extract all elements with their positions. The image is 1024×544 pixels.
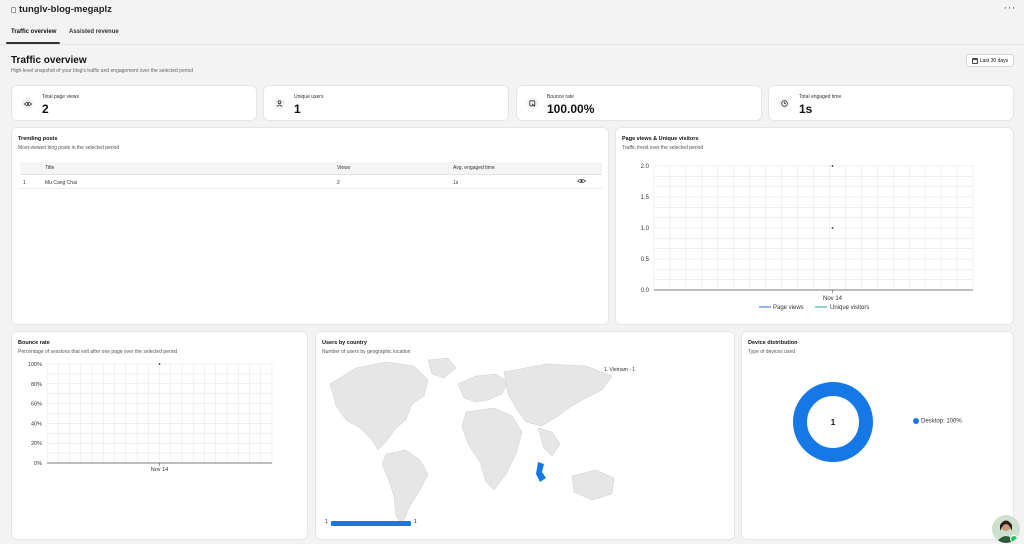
row-views: 2 — [337, 180, 340, 186]
kpi-value: 1s — [799, 102, 813, 116]
y-tick-label: 100% — [28, 362, 42, 368]
more-options-icon[interactable]: ··· — [1004, 2, 1017, 14]
pageviews-card: Page views & Unique visitors Traffic tre… — [616, 128, 1013, 324]
kpi-value: 1 — [294, 102, 301, 116]
kpi-card-unique-users: Unique users 1 — [264, 86, 508, 120]
map-australia — [571, 469, 615, 501]
device-legend-label: Desktop: 100% — [921, 418, 962, 425]
column-header-views[interactable]: Views — [337, 165, 350, 171]
kpi-card-bounce-rate: Bounce rate 100.00% — [517, 86, 761, 120]
app-header: tunglv-blog-megaplz ··· — [0, 0, 1024, 44]
map-southeast-asia — [537, 427, 561, 457]
y-tick-label: 0.0 — [641, 288, 650, 294]
map-africa — [461, 407, 523, 491]
kpi-label: Total engaged time — [799, 94, 842, 100]
bounce-rate-card: Bounce rate Percentage of sessions that … — [12, 332, 307, 539]
view-post-eye-icon[interactable] — [576, 178, 587, 186]
map-south-america — [381, 449, 429, 525]
tab-assisted-revenue[interactable]: Assisted revenue — [69, 29, 119, 35]
page-subtitle: High-level snapshot of your blog's traff… — [11, 68, 194, 74]
legend-label-unique-visitors: Unique visitors — [830, 305, 869, 311]
y-tick-label: 2.0 — [641, 164, 650, 170]
legend-label-page-views: Page views — [773, 305, 804, 311]
user-avatar[interactable] — [992, 515, 1020, 543]
map-europe — [457, 373, 509, 403]
post-title-link[interactable]: Mu Cang Chai — [45, 180, 77, 186]
card-subtitle: Most-viewed blog posts in the selected p… — [18, 145, 120, 151]
bounce-icon — [527, 98, 538, 109]
tab-divider — [0, 44, 1024, 45]
y-tick-label: 0% — [34, 461, 42, 467]
y-tick-label: 20% — [31, 441, 42, 447]
desktop-legend-swatch — [913, 418, 919, 424]
x-tick-label: Nov 14 — [823, 296, 843, 302]
table-header — [20, 162, 602, 175]
trending-posts-card: Trending posts Most-viewed blog posts in… — [12, 128, 608, 324]
map-greenland — [427, 357, 457, 379]
page-title: Traffic overview — [11, 55, 87, 66]
device-legend-item: Desktop: 100% — [913, 418, 962, 425]
date-range-label: Last 30 days — [979, 57, 1009, 64]
user-icon — [274, 98, 285, 109]
row-engaged-time: 1s — [453, 180, 459, 186]
map-north-america — [329, 361, 429, 451]
device-distribution-card: Device distribution Type of devices used… — [742, 332, 1013, 539]
kpi-label: Unique users — [294, 94, 324, 100]
kpi-label: Bounce rate — [547, 94, 574, 100]
users-by-country-card: Users by country Number of users by geog… — [316, 332, 734, 539]
donut-center-value: 1 — [831, 418, 836, 427]
pageviews-chart: 0.0 0.5 1.0 1.5 2.0 Nov 14 Page views Unique vi… — [641, 164, 974, 311]
app-title: tunglv-blog-megaplz — [19, 4, 112, 15]
unique-visitors-point — [831, 227, 834, 229]
map-vietnam-highlight — [536, 462, 546, 482]
clock-icon — [779, 98, 790, 109]
map-scale-max: 1 — [414, 519, 417, 525]
x-tick-label: Nov 14 — [151, 467, 168, 473]
kpi-value: 100.00% — [547, 102, 595, 116]
column-header-title[interactable]: Title — [45, 165, 54, 171]
y-tick-label: 40% — [31, 421, 42, 427]
y-tick-label: 1.5 — [641, 195, 650, 201]
y-tick-label: 1.0 — [641, 226, 650, 232]
eye-icon — [22, 98, 33, 109]
world-map[interactable] — [316, 332, 734, 539]
map-asia — [503, 363, 613, 427]
column-header-engaged-time[interactable]: Avg. engaged time — [453, 165, 495, 171]
y-tick-label: 80% — [31, 382, 42, 388]
calendar-icon — [971, 57, 978, 64]
kpi-value: 2 — [42, 102, 49, 116]
tab-traffic-overview[interactable]: Traffic overview — [11, 29, 56, 35]
kpi-label: Total page views — [42, 94, 79, 100]
page-views-point — [831, 165, 834, 167]
map-scale-min: 1 — [325, 519, 328, 525]
y-tick-label: 0.5 — [641, 257, 650, 263]
bounce-rate-chart: 0% 20% 40% 60% 80% 100% Nov 14 — [28, 362, 273, 473]
card-title: Trending posts — [18, 136, 58, 142]
y-tick-label: 60% — [31, 402, 42, 408]
map-scale-bar — [331, 521, 411, 526]
device-donut-chart: 1 — [793, 382, 873, 462]
kpi-card-engaged-time: Total engaged time 1s — [769, 86, 1013, 120]
date-range-button[interactable]: Last 30 days — [966, 54, 1014, 67]
bounce-rate-point — [158, 363, 161, 365]
row-rank: 1 — [23, 180, 26, 186]
table-row-divider — [20, 188, 602, 189]
kpi-card-page-views: Total page views 2 — [12, 86, 256, 120]
app-icon — [11, 7, 16, 13]
